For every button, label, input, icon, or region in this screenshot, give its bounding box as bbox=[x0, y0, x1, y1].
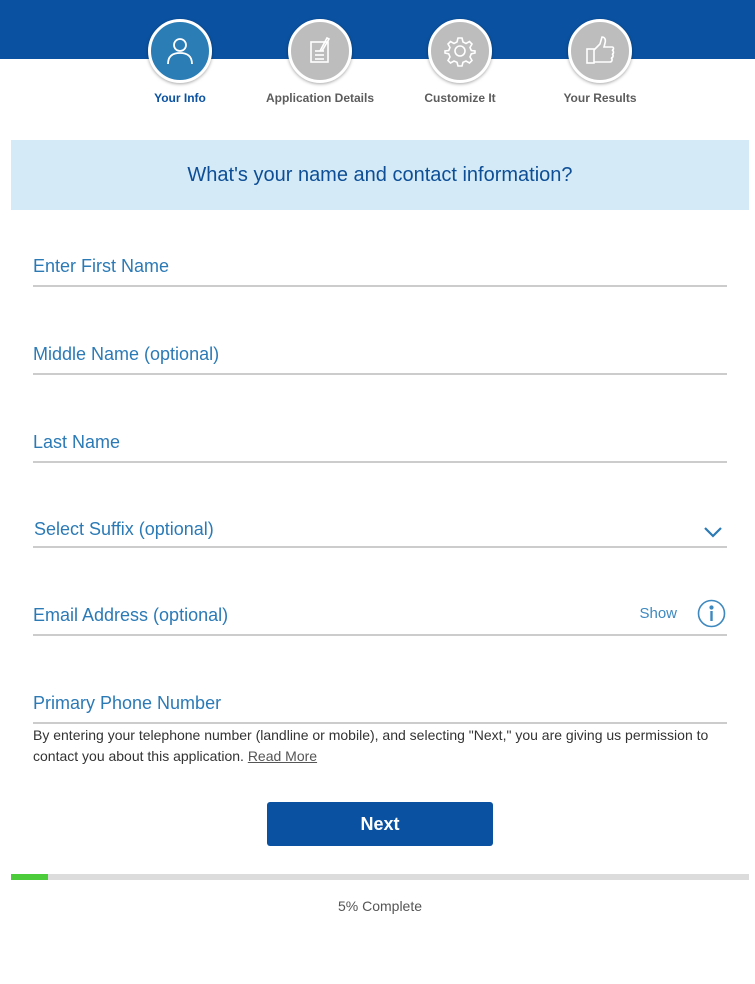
progress-steps: Your Info Application Details Customize … bbox=[0, 19, 755, 119]
middle-name-field[interactable] bbox=[33, 335, 727, 375]
email-input[interactable] bbox=[33, 605, 613, 626]
show-email-button[interactable]: Show bbox=[639, 605, 677, 622]
suffix-selected-value: Select Suffix (optional) bbox=[34, 519, 214, 539]
next-button[interactable]: Next bbox=[267, 802, 493, 846]
question-banner: What's your name and contact information… bbox=[11, 140, 749, 210]
phone-field[interactable] bbox=[33, 684, 727, 724]
last-name-input[interactable] bbox=[33, 432, 727, 453]
step-circle bbox=[428, 19, 492, 83]
first-name-field[interactable] bbox=[33, 247, 727, 287]
disclaimer-text: By entering your telephone number (landl… bbox=[33, 727, 709, 764]
step-your-info[interactable]: Your Info bbox=[110, 19, 250, 105]
step-customize-it[interactable]: Customize It bbox=[390, 19, 530, 105]
document-edit-icon bbox=[310, 36, 331, 63]
person-icon bbox=[167, 38, 193, 65]
step-circle bbox=[568, 19, 632, 83]
step-label: Your Results bbox=[563, 91, 637, 105]
step-label: Application Details bbox=[265, 91, 375, 105]
progress-fill bbox=[11, 874, 48, 880]
last-name-field[interactable] bbox=[33, 423, 727, 463]
chevron-down-icon[interactable] bbox=[703, 526, 723, 538]
gear-icon bbox=[444, 37, 476, 67]
phone-disclaimer: By entering your telephone number (landl… bbox=[33, 725, 733, 767]
step-your-results[interactable]: Your Results bbox=[530, 19, 670, 105]
phone-input[interactable] bbox=[33, 693, 727, 714]
thumbs-up-icon bbox=[586, 36, 615, 64]
read-more-link[interactable]: Read More bbox=[248, 748, 317, 764]
suffix-select[interactable]: Select Suffix (optional) bbox=[33, 508, 727, 548]
middle-name-input[interactable] bbox=[33, 344, 727, 365]
email-field[interactable]: Show bbox=[33, 596, 727, 636]
progress-bar bbox=[11, 874, 749, 880]
first-name-input[interactable] bbox=[33, 256, 727, 277]
step-label: Your Info bbox=[154, 91, 206, 105]
step-label: Customize It bbox=[424, 91, 496, 105]
step-circle bbox=[148, 19, 212, 83]
question-heading: What's your name and contact information… bbox=[187, 163, 573, 186]
info-icon[interactable] bbox=[697, 599, 726, 628]
step-circle bbox=[288, 19, 352, 83]
step-application-details[interactable]: Application Details bbox=[250, 19, 390, 105]
progress-label: 5% Complete bbox=[337, 898, 423, 914]
